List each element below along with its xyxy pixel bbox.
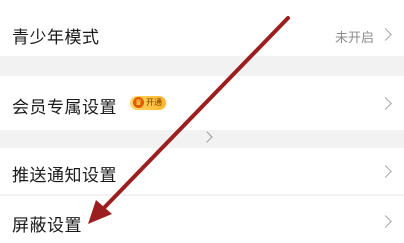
vip-badge-label: 开通 <box>146 98 162 107</box>
settings-row-member-settings[interactable]: 会员专属设置 <box>0 76 404 130</box>
youth-mode-label: 青少年模式 <box>12 28 100 48</box>
vip-open-badge[interactable]: ♛ 开通 <box>130 96 166 110</box>
chevron-right-icon <box>379 165 392 178</box>
chevron-right-icon <box>379 97 392 110</box>
push-notifications-label: 推送通知设置 <box>12 166 117 186</box>
youth-mode-status: 未开启 <box>334 31 374 46</box>
settings-row-youth-mode[interactable]: 青少年模式 未开启 <box>0 0 404 56</box>
settings-row-block-settings[interactable]: 屏蔽设置 <box>0 196 404 243</box>
crown-icon: ♛ <box>133 97 144 108</box>
chevron-right-icon <box>201 131 213 143</box>
chevron-right-icon <box>379 215 392 228</box>
settings-page: 青少年模式 未开启 会员专属设置 ♛ 开通 推送通知设置 屏蔽设置 <box>0 0 404 243</box>
member-settings-label: 会员专属设置 <box>12 98 117 118</box>
settings-row-push-notifications[interactable]: 推送通知设置 <box>0 148 404 194</box>
block-settings-label: 屏蔽设置 <box>12 216 82 236</box>
chevron-right-icon <box>379 28 392 41</box>
